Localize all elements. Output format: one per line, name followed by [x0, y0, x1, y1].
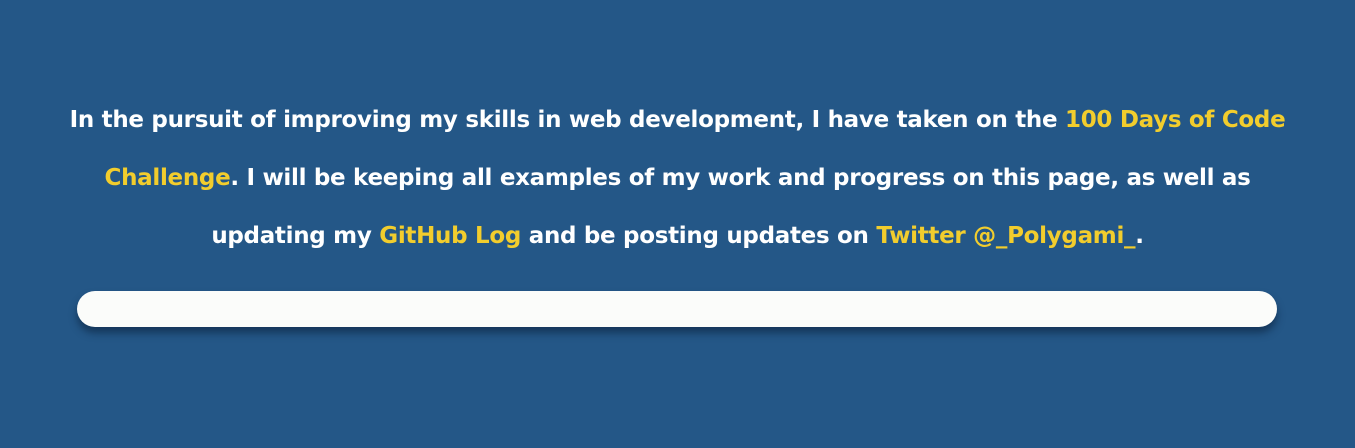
- intro-text-3: and be posting updates on: [521, 223, 877, 249]
- intro-text-4: .: [1135, 223, 1144, 249]
- twitter-link[interactable]: Twitter @_Polygami_: [876, 223, 1135, 249]
- progress-bar: [77, 291, 1277, 327]
- intro-paragraph: In the pursuit of improving my skills in…: [60, 91, 1295, 265]
- github-log-link[interactable]: GitHub Log: [379, 223, 521, 249]
- intro-text-1: In the pursuit of improving my skills in…: [69, 107, 1066, 133]
